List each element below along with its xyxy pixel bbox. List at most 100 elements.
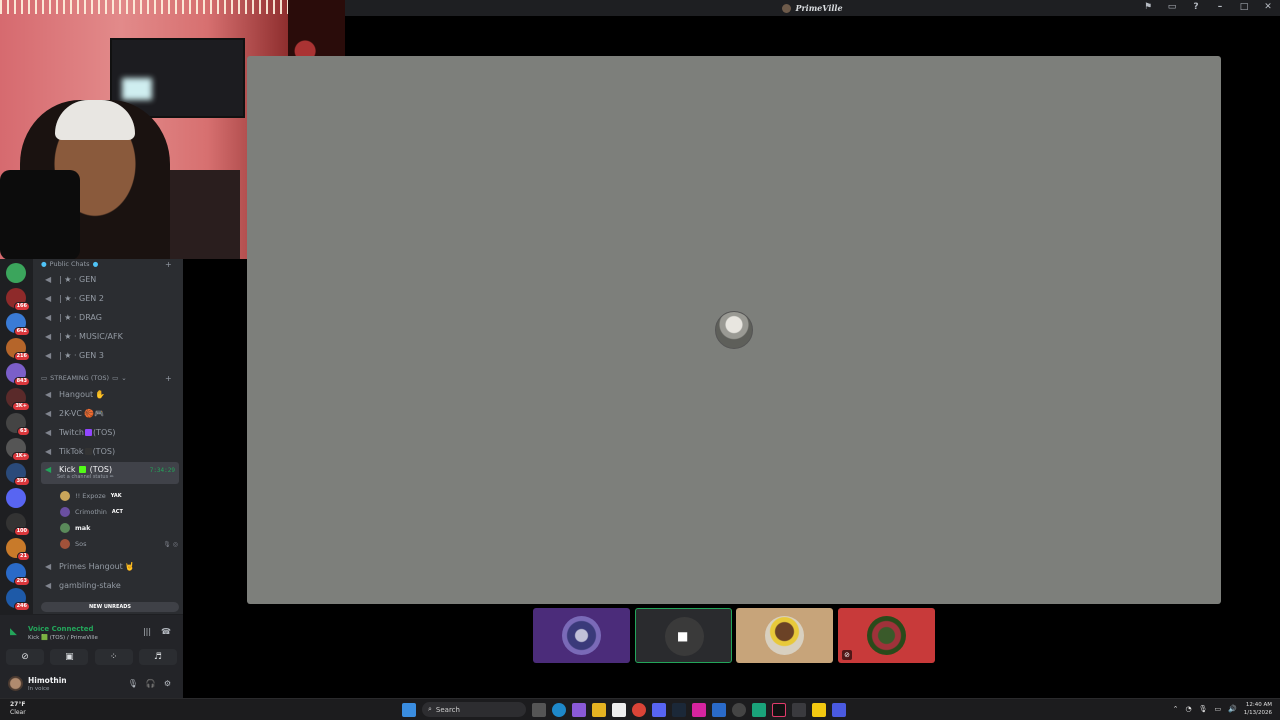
- user-name: !! Expoze: [75, 492, 106, 500]
- category-public[interactable]: ● Public Chats ● +: [41, 260, 172, 269]
- openai-icon[interactable]: [732, 702, 746, 717]
- voice-user[interactable]: Sos 🎙 ◎: [60, 537, 180, 551]
- flag-icon[interactable]: ⚑: [1142, 2, 1154, 12]
- gear-icon[interactable]: ⚙: [164, 679, 171, 688]
- server-icon[interactable]: 166: [6, 288, 30, 311]
- server-icon[interactable]: 843: [6, 363, 30, 386]
- windows-start-icon[interactable]: [402, 702, 416, 717]
- channel-status[interactable]: Set a channel status ✏: [57, 474, 114, 480]
- voice-channel[interactable]: ◀ gambling-stake: [41, 577, 179, 593]
- speaker-avatar[interactable]: [715, 311, 753, 349]
- server-icon[interactable]: 642: [6, 313, 30, 336]
- voice-user[interactable]: !! Expoze YAK: [60, 489, 180, 503]
- main-stage[interactable]: [247, 56, 1221, 604]
- help-icon[interactable]: ?: [1190, 2, 1202, 12]
- microphone-icon[interactable]: 🎙: [128, 679, 138, 688]
- window-title: PrimeVille: [795, 3, 843, 13]
- voice-user[interactable]: Crimothin ACT: [60, 505, 180, 519]
- server-icon[interactable]: 216: [6, 338, 30, 361]
- mic-tray-icon[interactable]: 🎙: [1199, 705, 1208, 713]
- search-icon: ⌕: [428, 705, 432, 713]
- server-icon[interactable]: 263: [6, 563, 30, 586]
- channel-suffix: (TOS): [89, 465, 113, 474]
- store-icon[interactable]: [612, 702, 626, 717]
- voice-channel[interactable]: ◀ | ★ · GEN 2: [41, 290, 179, 306]
- voice-channel[interactable]: ◀ Twitch (TOS): [41, 424, 179, 440]
- participant-tile[interactable]: ⊘: [838, 608, 935, 663]
- app-icon[interactable]: [832, 702, 846, 717]
- display-icon[interactable]: ▭: [1214, 705, 1221, 713]
- voice-user[interactable]: mak: [60, 521, 180, 535]
- voice-channel[interactable]: ◀ TikTok (TOS): [41, 443, 179, 459]
- chrome-icon[interactable]: [632, 702, 646, 717]
- voice-channel[interactable]: ◀ Hangout ✋: [41, 386, 179, 402]
- app-icon[interactable]: [712, 702, 726, 717]
- soundboard-button[interactable]: ♬: [138, 649, 177, 665]
- server-icon[interactable]: 21: [6, 538, 30, 561]
- edge-icon[interactable]: [552, 702, 566, 717]
- participant-tile-camera[interactable]: ■: [635, 608, 732, 663]
- screen: PrimeVille ⚑ ▭ ? – □ ✕ 166 642 216 843 3K+ 63…: [0, 0, 1280, 720]
- voice-channel[interactable]: ◀ Primes Hangout 🤘: [41, 558, 179, 574]
- new-unreads-button[interactable]: NEW UNREADS: [41, 602, 179, 612]
- participant-tile[interactable]: [533, 608, 630, 663]
- obs-icon[interactable]: [792, 702, 806, 717]
- app-icon[interactable]: [752, 702, 766, 717]
- category-label: Public Chats: [49, 260, 90, 268]
- network-icon[interactable]: ◔: [1185, 705, 1191, 713]
- close-icon[interactable]: ✕: [1262, 2, 1274, 12]
- volume-icon[interactable]: 🔊: [1228, 705, 1237, 713]
- server-icon[interactable]: 100: [6, 513, 30, 536]
- channel-kick-active[interactable]: ◀ Kick (TOS) 7:34:29 Set a channel statu…: [41, 462, 179, 484]
- unread-badge: 397: [13, 477, 30, 486]
- voice-connected-title[interactable]: Voice Connected: [28, 625, 94, 633]
- discord-icon[interactable]: [652, 702, 666, 717]
- voice-channel[interactable]: ◀ | ★ · GEN: [41, 271, 179, 287]
- search-box[interactable]: ⌕ Search: [422, 702, 526, 717]
- category-streaming[interactable]: ▭ STREAMING (TOS) ▭ ⌄ +: [41, 374, 172, 383]
- voice-channel[interactable]: ◀ | ★ · MUSIC/AFK: [41, 328, 179, 344]
- copilot-icon[interactable]: [572, 702, 586, 717]
- add-channel-icon[interactable]: +: [165, 374, 172, 383]
- server-icon[interactable]: 246: [6, 588, 30, 611]
- participant-tile[interactable]: [736, 608, 833, 663]
- clock[interactable]: 12:40 AM 1/13/2026: [1244, 701, 1272, 717]
- file-explorer-icon[interactable]: [592, 702, 606, 717]
- participant-avatar: [562, 616, 601, 655]
- tiktok-icon[interactable]: [772, 702, 786, 717]
- server-icon[interactable]: 3K+: [6, 388, 30, 411]
- user-avatar: [60, 507, 70, 517]
- camera-off-button[interactable]: ⊘: [6, 649, 44, 665]
- participant-avatar: [765, 616, 804, 655]
- channel-name: | ★ · DRAG: [59, 312, 102, 322]
- avatar[interactable]: [8, 676, 23, 691]
- server-icon[interactable]: 397: [6, 463, 30, 486]
- server-icon[interactable]: [6, 263, 26, 283]
- weather-widget[interactable]: 27°F Clear: [10, 701, 26, 717]
- noise-suppression-icon[interactable]: |||: [143, 627, 151, 636]
- headphones-icon[interactable]: 🎧: [146, 679, 156, 688]
- screen-share-button[interactable]: ▣: [50, 649, 89, 665]
- task-view-icon[interactable]: [532, 702, 546, 717]
- channel-name: TikTok: [59, 446, 84, 456]
- channel-name: | ★ · MUSIC/AFK: [59, 331, 123, 341]
- minimize-icon[interactable]: –: [1214, 2, 1226, 12]
- steam-icon[interactable]: [672, 702, 686, 717]
- voice-channel[interactable]: ◀ 2K-VC 🏀🎮: [41, 405, 179, 421]
- speaker-icon: ◀: [45, 390, 52, 399]
- maximize-icon[interactable]: □: [1238, 2, 1250, 12]
- server-icon[interactable]: 1K+: [6, 438, 30, 461]
- disconnect-icon[interactable]: ☎: [161, 627, 171, 636]
- inbox-icon[interactable]: ▭: [1166, 2, 1178, 12]
- instagram-icon[interactable]: [692, 702, 706, 717]
- voice-channel[interactable]: ◀ | ★ · GEN 3: [41, 347, 179, 363]
- server-icon[interactable]: [6, 488, 26, 508]
- voice-channel[interactable]: ◀ | ★ · DRAG: [41, 309, 179, 325]
- activities-button[interactable]: ⁘: [94, 649, 133, 665]
- sticky-notes-icon[interactable]: [812, 702, 826, 717]
- chevron-up-icon[interactable]: ⌃: [1173, 705, 1179, 713]
- add-channel-icon[interactable]: +: [165, 260, 172, 269]
- signal-icon[interactable]: ◣: [10, 627, 17, 637]
- server-icon[interactable]: 63: [6, 413, 30, 436]
- user-tag: ACT: [111, 509, 123, 515]
